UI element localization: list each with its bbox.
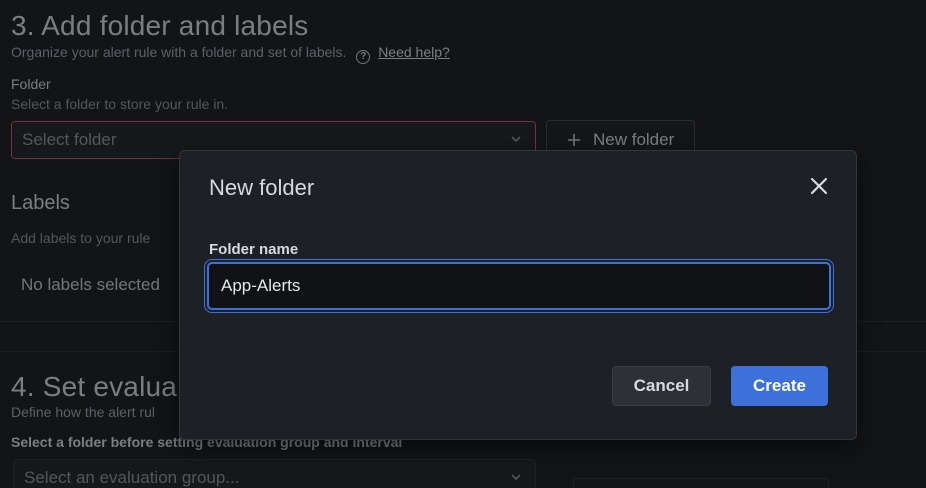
close-icon[interactable] <box>810 177 828 195</box>
modal-title: New folder <box>209 175 315 200</box>
cancel-button[interactable]: Cancel <box>612 366 711 406</box>
folder-name-label: Folder name <box>209 241 299 258</box>
folder-name-input[interactable] <box>207 262 831 310</box>
create-button[interactable]: Create <box>731 366 828 406</box>
new-folder-modal: New folder Folder name Cancel Create <box>179 150 857 440</box>
